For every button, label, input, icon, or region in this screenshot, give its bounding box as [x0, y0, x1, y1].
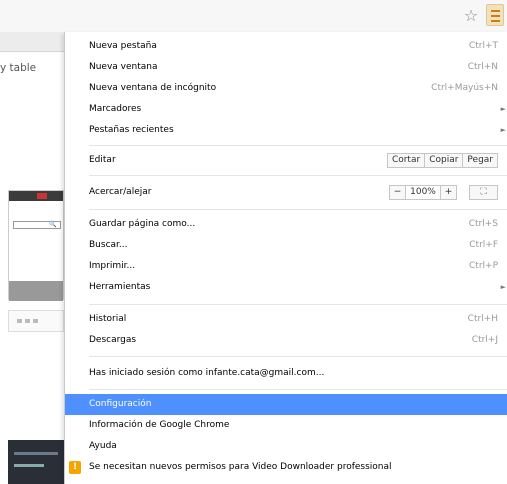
submenu-arrow-icon: ►	[500, 283, 506, 291]
submenu-arrow-icon: ►	[500, 105, 506, 113]
menu-separator	[89, 145, 507, 146]
menu-item-find[interactable]: Buscar... Ctrl+F	[65, 235, 507, 256]
menu-item-edit: Editar Cortar Copiar Pegar	[65, 150, 507, 171]
menu-item-recent-tabs[interactable]: Pestañas recientes ►	[65, 120, 507, 141]
search-icon: 🔍	[49, 221, 57, 228]
menu-item-tools[interactable]: Herramientas ►	[65, 277, 507, 298]
menu-item-help[interactable]: Ayuda	[65, 436, 507, 457]
copy-button[interactable]: Copiar	[424, 153, 464, 168]
menu-item-bookmarks[interactable]: Marcadores ►	[65, 99, 507, 120]
cut-button[interactable]: Cortar	[386, 153, 426, 168]
menu-item-zoom: Acercar/alejar − 100% + ⛶	[65, 182, 507, 203]
edit-button-group: Cortar Copiar Pegar	[386, 153, 498, 168]
chrome-main-menu: Nueva pestaña Ctrl+T Nueva ventana Ctrl+…	[64, 32, 507, 484]
zoom-control-group: − 100% +	[389, 185, 457, 200]
warning-icon: !	[69, 461, 81, 474]
background-thumbnail: 🔍	[8, 190, 64, 301]
menu-separator	[89, 175, 507, 176]
menu-item-new-incognito-window[interactable]: Nueva ventana de incógnito Ctrl+Mayús+N	[65, 78, 507, 99]
hamburger-menu-icon[interactable]	[486, 4, 504, 26]
background-page-text: y table	[0, 62, 37, 74]
menu-separator	[89, 356, 507, 357]
menu-item-print[interactable]: Imprimir... Ctrl+P	[65, 256, 507, 277]
zoom-in-button[interactable]: +	[440, 185, 457, 200]
background-thumbnail-dark	[8, 440, 64, 484]
menu-item-history[interactable]: Historial Ctrl+H	[65, 309, 507, 330]
zoom-out-button[interactable]: −	[389, 185, 406, 200]
fullscreen-icon[interactable]: ⛶	[469, 185, 498, 200]
background-tab-strip	[0, 32, 64, 52]
menu-item-settings[interactable]: Configuración	[65, 394, 507, 415]
submenu-arrow-icon: ►	[500, 126, 506, 134]
menu-item-save-page[interactable]: Guardar página como... Ctrl+S	[65, 214, 507, 235]
menu-separator	[89, 389, 507, 390]
menu-item-permissions-warning[interactable]: ! Se necesitan nuevos permisos para Vide…	[65, 457, 507, 478]
menu-separator	[89, 304, 507, 305]
menu-item-about-chrome[interactable]: Información de Google Chrome	[65, 415, 507, 436]
star-icon[interactable]: ☆	[463, 8, 479, 24]
menu-item-signed-in[interactable]: Has iniciado sesión como infante.cata@gm…	[65, 363, 507, 384]
background-thumbnail-small	[8, 310, 64, 332]
paste-button[interactable]: Pegar	[462, 153, 498, 168]
menu-item-downloads[interactable]: Descargas Ctrl+J	[65, 330, 507, 351]
menu-item-new-tab[interactable]: Nueva pestaña Ctrl+T	[65, 36, 507, 57]
browser-toolbar	[0, 0, 507, 32]
menu-separator	[89, 209, 507, 210]
zoom-level: 100%	[405, 185, 441, 200]
menu-item-new-window[interactable]: Nueva ventana Ctrl+N	[65, 57, 507, 78]
